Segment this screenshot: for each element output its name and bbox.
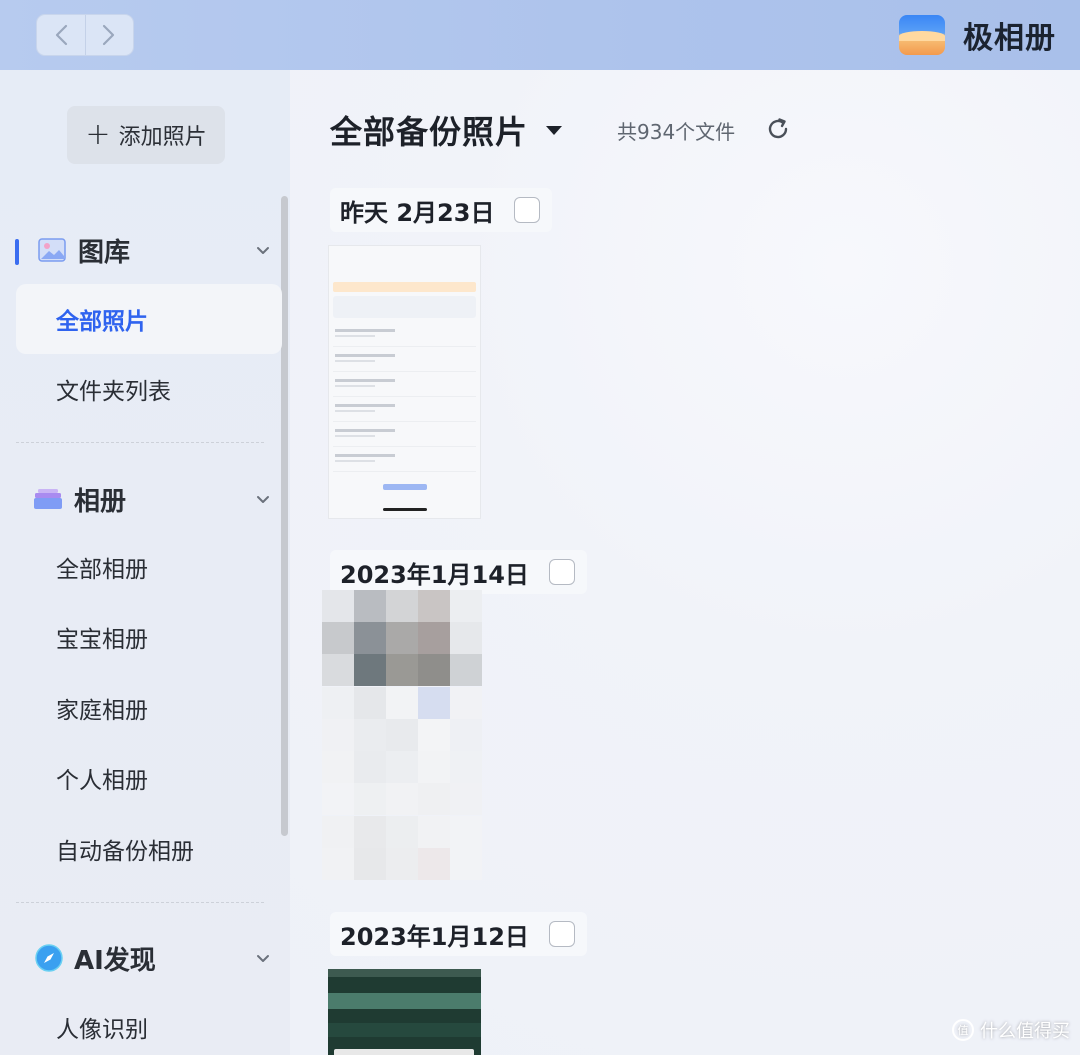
watermark: 值 什么值得买: [952, 1017, 1070, 1043]
select-group-checkbox[interactable]: [548, 559, 575, 585]
date-label: 2023年1月14日: [340, 560, 529, 589]
thumb-card: [333, 296, 476, 318]
section-ai-discover[interactable]: AI发现: [0, 933, 282, 983]
app-brand: 极相册: [899, 12, 1056, 58]
photo-thumbnail[interactable]: [328, 245, 481, 519]
sidebar-item-auto-backup-album[interactable]: 自动备份相册: [16, 814, 282, 884]
section-albums[interactable]: 相册: [0, 474, 282, 524]
section-label-albums: 相册: [74, 486, 127, 517]
history-nav: [36, 14, 134, 56]
app-logo-icon: [899, 15, 945, 55]
albums-icon: [33, 485, 63, 513]
photo-thumbnail[interactable]: [322, 590, 482, 880]
thumb-row: [333, 372, 476, 397]
thumb-link: [382, 484, 427, 490]
compass-icon: [34, 944, 64, 972]
sidebar-item-baby-album[interactable]: 宝宝相册: [16, 602, 282, 672]
thumb-status-bar: [329, 246, 480, 260]
thumb-row: [333, 322, 476, 347]
section-label-gallery: 图库: [78, 237, 131, 268]
photo-thumbnail[interactable]: [328, 969, 481, 1055]
chevron-down-icon: [257, 496, 269, 503]
chevron-down-icon: [257, 955, 269, 962]
section-gallery[interactable]: 图库: [0, 225, 282, 275]
sidebar-divider: [16, 442, 264, 443]
date-group-header: 2023年1月12日: [330, 912, 587, 956]
sidebar-divider: [16, 902, 264, 903]
date-group-header: 昨天 2月23日: [330, 188, 553, 232]
sidebar-item-personal-album[interactable]: 个人相册: [16, 743, 282, 813]
chevron-down-icon: [257, 247, 269, 254]
file-count: 共934个文件: [617, 120, 736, 144]
thumb-notice: [333, 282, 476, 292]
select-group-checkbox[interactable]: [514, 197, 541, 223]
main-content: 全部备份照片 共934个文件 昨天 2月23日 2023年1月14日 2023年…: [290, 70, 1080, 1055]
sidebar-item-all-photos[interactable]: 全部照片: [16, 284, 282, 354]
back-button[interactable]: [37, 15, 85, 55]
watermark-text: 什么值得买: [980, 1021, 1070, 1042]
view-selector[interactable]: 全部备份照片: [330, 108, 563, 152]
thumb-row: [333, 347, 476, 372]
thumb-row: [333, 422, 476, 447]
add-photos-label: 添加照片: [118, 125, 207, 150]
thumb-header: [329, 260, 480, 276]
sidebar-item-all-albums[interactable]: 全部相册: [16, 532, 282, 602]
add-photos-button[interactable]: + 添加照片: [67, 106, 225, 164]
refresh-icon[interactable]: [765, 116, 791, 142]
chevron-left-icon: [55, 24, 67, 46]
date-label: 昨天 2月23日: [340, 198, 495, 227]
gallery-icon: [37, 236, 67, 264]
date-group-header: 2023年1月14日: [330, 550, 587, 594]
thumb-row: [333, 447, 476, 472]
sidebar: + 添加照片 图库 全部照片 文件夹列表 相册 全部相册 宝宝相册 家庭相册 个…: [0, 70, 290, 1055]
thumb-home-indicator: [382, 508, 427, 511]
section-label-ai-discover: AI发现: [74, 945, 156, 976]
plus-icon: +: [85, 117, 111, 152]
forward-button[interactable]: [84, 15, 134, 55]
active-section-indicator: [15, 239, 19, 265]
select-group-checkbox[interactable]: [548, 921, 575, 947]
thumb-row: [333, 397, 476, 422]
date-label: 2023年1月12日: [340, 922, 529, 951]
title-bar: 极相册: [0, 0, 1080, 70]
chevron-right-icon: [103, 24, 115, 46]
page-title: 全部备份照片: [330, 113, 529, 151]
app-name: 极相册: [963, 21, 1056, 56]
sidebar-item-folder-list[interactable]: 文件夹列表: [16, 354, 282, 424]
sidebar-item-family-album[interactable]: 家庭相册: [16, 673, 282, 743]
sidebar-scrollbar[interactable]: [281, 196, 288, 836]
sidebar-item-face-recognition[interactable]: 人像识别: [16, 992, 282, 1055]
watermark-logo-icon: 值: [952, 1019, 974, 1041]
dropdown-caret-icon: [546, 125, 563, 135]
